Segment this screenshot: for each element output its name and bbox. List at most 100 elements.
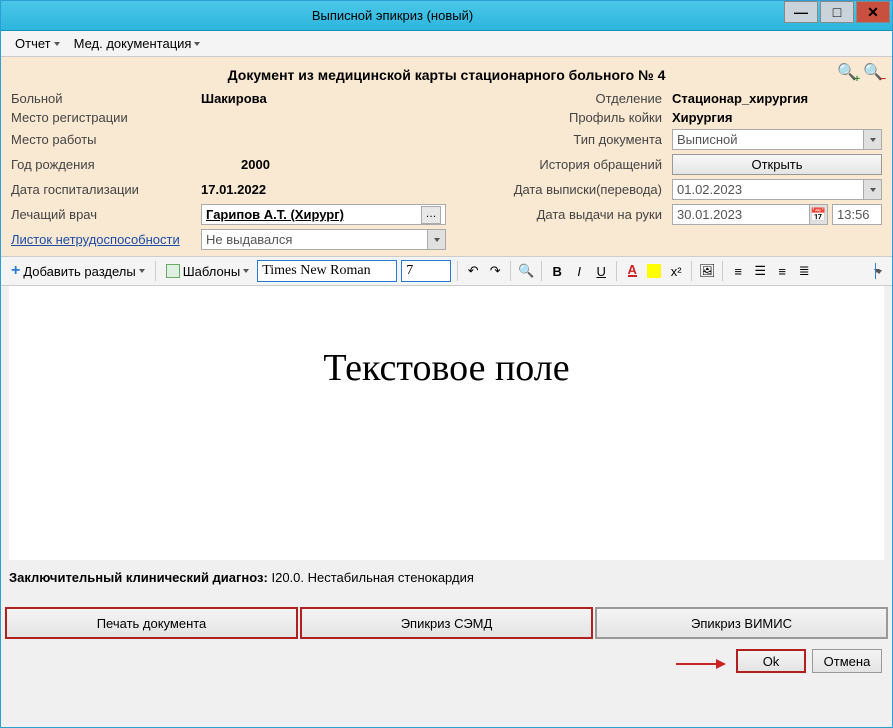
menu-report[interactable]: Отчет [9,34,66,53]
issue-date-value: 30.01.2023 [677,207,742,222]
value-department: Стационар_хирургия [672,91,882,106]
label-hosp-date: Дата госпитализации [11,182,201,197]
document-title: Документ из медицинской карты стационарн… [11,63,882,91]
value-patient: Шакирова [201,91,451,106]
ellipsis-button[interactable]: … [421,206,441,224]
maximize-button[interactable]: □ [820,1,854,23]
ok-label: Ok [763,654,780,669]
label-history: История обращений [451,157,672,172]
align-center-button[interactable]: ☰ [751,262,769,280]
separator [722,261,723,281]
discharge-date-input[interactable]: 01.02.2023 [672,179,882,200]
menu-meddoc[interactable]: Мед. документация [68,34,207,53]
font-color-button[interactable]: A [623,262,641,280]
chevron-down-icon [54,42,60,46]
zoom-in-icon[interactable]: 🔍 [836,61,858,83]
doc-type-select[interactable]: Выписной [672,129,882,150]
cancel-label: Отмена [824,654,871,669]
open-history-button[interactable]: Открыть [672,154,882,175]
annotation-arrow [676,655,726,670]
editor-body-text: Текстовое поле [49,346,844,390]
window-controls: — □ ✕ [784,1,892,30]
value-birth-year: 2000 [201,157,451,172]
print-document-button[interactable]: Печать документа [5,607,298,639]
font-name-value: Times New Roman [262,263,370,279]
align-left-button[interactable]: ≡ [729,262,747,280]
issue-date-input[interactable]: 30.01.2023 📅 [672,204,828,225]
disability-select[interactable]: Не выдавался [201,229,446,250]
bold-button[interactable]: B [548,262,566,280]
epikriz-vimis-button[interactable]: Эпикриз ВИМИС [595,607,888,639]
epikriz-semd-button[interactable]: Эпикриз СЭМД [300,607,593,639]
label-discharge-date: Дата выписки(перевода) [451,182,672,197]
menubar: Отчет Мед. документация [1,31,892,57]
discharge-date-value: 01.02.2023 [677,182,742,197]
minimize-button[interactable]: — [784,1,818,23]
epikriz-vimis-label: Эпикриз ВИМИС [691,616,792,631]
value-hosp-date: 17.01.2022 [201,182,451,197]
chevron-down-icon [194,42,200,46]
highlight-button[interactable] [645,262,663,280]
add-sections-button[interactable]: + Добавить разделы [7,260,149,282]
italic-button[interactable]: I [570,262,588,280]
label-reg-place: Место регистрации [11,110,201,125]
chevron-down-icon [427,230,445,249]
label-birth-year: Год рождения [11,157,201,172]
disability-sheet-link[interactable]: Листок нетрудоспособности [11,232,201,247]
calendar-icon: 📅 [809,205,827,224]
chevron-down-icon [863,130,881,149]
issue-time-input[interactable]: 13:56 [832,204,882,225]
cancel-button[interactable]: Отмена [812,649,882,673]
diagnosis-label: Заключительный клинический диагноз: [9,570,268,585]
insert-image-button[interactable]: 🖼 [698,262,716,280]
add-sections-label: Добавить разделы [23,264,135,279]
editor-area[interactable]: Текстовое поле [9,286,884,560]
label-work-place: Место работы [11,132,201,147]
diagnosis-value: I20.0. Нестабильная стенокардия [271,570,473,585]
doc-type-value: Выписной [677,132,738,147]
align-right-button[interactable]: ≡ [773,262,791,280]
superscript-button[interactable]: x² [667,262,685,280]
label-department: Отделение [451,91,672,106]
label-patient: Больной [11,91,201,106]
chevron-down-icon [139,269,145,273]
undo-button[interactable]: ↶ [464,262,482,280]
font-size-select[interactable]: 7 [401,260,451,282]
redo-button[interactable]: ↷ [486,262,504,280]
align-justify-button[interactable]: ≣ [795,262,813,280]
label-bed-profile: Профиль койки [451,110,672,125]
separator [541,261,542,281]
separator [155,261,156,281]
doctor-field[interactable]: Гарипов А.Т. (Хирург) … [201,204,446,225]
label-doc-type: Тип документа [451,132,672,147]
template-icon [166,264,180,278]
menu-meddoc-label: Мед. документация [74,36,192,51]
label-doctor: Лечащий врач [11,207,201,222]
underline-button[interactable]: U [592,262,610,280]
font-name-select[interactable]: Times New Roman [257,260,397,282]
value-bed-profile: Хирургия [672,110,882,125]
disability-value: Не выдавался [206,232,292,247]
issue-time-value: 13:56 [837,207,870,222]
templates-label: Шаблоны [183,264,241,279]
find-button[interactable]: 🔍 [517,262,535,280]
titlebar: Выписной эпикриз (новый) — □ ✕ [1,1,892,31]
separator [510,261,511,281]
print-document-label: Печать документа [97,616,207,631]
header-panel: 🔍 🔍 Документ из медицинской карты стацио… [1,57,892,256]
templates-button[interactable]: Шаблоны [162,262,254,281]
close-button[interactable]: ✕ [856,1,890,23]
ok-button[interactable]: Ok [736,649,806,673]
zoom-out-icon[interactable]: 🔍 [862,61,884,83]
bottom-button-row: Печать документа Эпикриз СЭМД Эпикриз ВИ… [1,607,892,639]
plus-icon: + [11,262,20,280]
separator [691,261,692,281]
open-history-label: Открыть [751,157,802,172]
font-size-value: 7 [406,263,413,279]
chevron-down-icon [243,269,249,273]
doctor-name: Гарипов А.Т. (Хирург) [206,207,344,222]
dialog-footer: Ok Отмена [1,639,892,677]
diagnosis-row: Заключительный клинический диагноз: I20.… [1,560,892,595]
label-issue-date: Дата выдачи на руки [451,207,672,222]
menu-report-label: Отчет [15,36,51,51]
